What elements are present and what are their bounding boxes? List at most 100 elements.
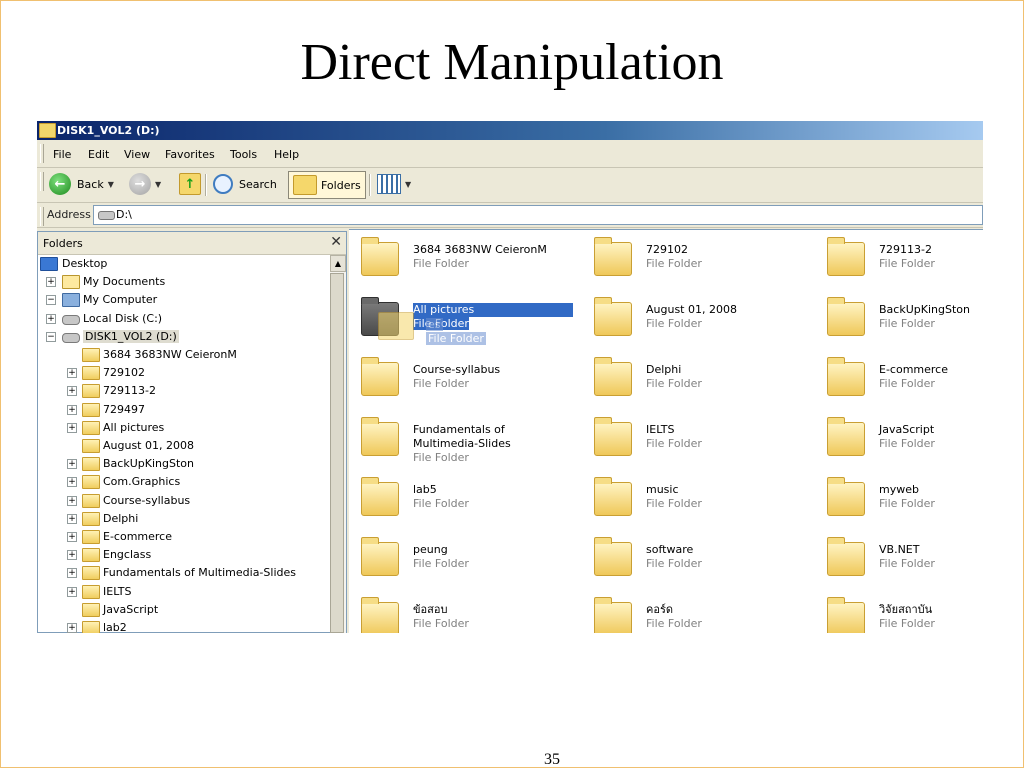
window-titlebar[interactable]: DISK1_VOL2 (D:) [37, 121, 983, 140]
folder-item[interactable]: August 01, 2008 File Folder [582, 296, 812, 352]
explorer-window: DISK1_VOL2 (D:) File Edit View Favorites… [37, 121, 983, 633]
folders-button[interactable]: Folders [288, 171, 366, 199]
expand-icon[interactable]: + [67, 422, 77, 433]
toolbar-separator [369, 174, 371, 196]
folder-item[interactable]: All pictures File Folder es File Folder [349, 296, 579, 352]
address-input[interactable]: D:\ [93, 205, 983, 225]
tree-item[interactable]: + lab2 [38, 619, 330, 633]
folder-item[interactable]: VB.NET File Folder [815, 536, 983, 592]
folder-item[interactable]: ข้อสอบ File Folder [349, 596, 579, 633]
folder-item[interactable]: myweb File Folder [815, 476, 983, 532]
expand-icon[interactable]: + [67, 586, 77, 597]
folder-icon [594, 417, 632, 456]
tree-item[interactable]: + E-commerce [38, 528, 330, 546]
expand-icon[interactable]: + [67, 495, 77, 506]
tree-item[interactable]: + All pictures [38, 419, 330, 437]
expand-icon[interactable]: + [67, 568, 77, 579]
expand-icon[interactable]: + [67, 404, 77, 415]
folder-item[interactable]: lab5 File Folder [349, 476, 579, 532]
search-button[interactable]: Search [213, 172, 277, 196]
expand-icon[interactable]: + [67, 386, 77, 397]
tree-item[interactable]: + BackUpKingSton [38, 455, 330, 473]
collapse-icon[interactable]: − [46, 295, 56, 306]
folder-item[interactable]: IELTS File Folder [582, 416, 812, 472]
back-button[interactable]: ← Back ▼ [49, 172, 114, 196]
folder-item[interactable]: E-commerce File Folder [815, 356, 983, 412]
folder-icon [361, 477, 399, 516]
tree-scrollbar[interactable]: ▲ [330, 255, 346, 633]
folder-icon [82, 530, 100, 544]
menu-help[interactable]: Help [274, 148, 299, 161]
menu-file[interactable]: File [53, 148, 71, 161]
folder-item[interactable]: music File Folder [582, 476, 812, 532]
folder-item[interactable]: 729113-2 File Folder [815, 236, 983, 292]
tree-item[interactable]: − My Computer [38, 291, 330, 309]
tree-item-label: 729113-2 [103, 384, 156, 398]
folder-item[interactable]: BackUpKingSton File Folder [815, 296, 983, 352]
tree-item[interactable]: August 01, 2008 [38, 437, 330, 455]
tree-item[interactable]: +729113-2 [38, 382, 330, 400]
scroll-up-icon[interactable]: ▲ [330, 255, 346, 272]
tree-item[interactable]: + Delphi [38, 510, 330, 528]
tree-item[interactable]: + Course-syllabus [38, 492, 330, 510]
expand-icon[interactable]: + [46, 313, 56, 324]
folder-item[interactable]: software File Folder [582, 536, 812, 592]
expand-icon[interactable]: + [67, 368, 77, 379]
expand-icon[interactable]: + [67, 459, 77, 470]
scrollbar-thumb[interactable] [330, 273, 344, 633]
tree-item[interactable]: JavaScript [38, 601, 330, 619]
folder-item[interactable]: Fundamentals of Multimedia-Slides File Fo… [349, 416, 579, 472]
window-title: DISK1_VOL2 (D:) [57, 124, 160, 137]
expand-icon[interactable]: + [67, 513, 77, 524]
folder-item[interactable]: Delphi File Folder [582, 356, 812, 412]
up-folder-button[interactable]: ↑ [179, 172, 201, 196]
tree-item[interactable]: 3684 3683NW CeieronM [38, 346, 330, 364]
folder-item[interactable]: JavaScript File Folder [815, 416, 983, 472]
expand-icon[interactable]: + [67, 550, 77, 561]
tree-item[interactable]: + Com.Graphics [38, 473, 330, 491]
tree-item[interactable]: +729497 [38, 401, 330, 419]
tree-item[interactable]: + Engclass [38, 546, 330, 564]
folder-item[interactable]: 3684 3683NW CeieronM File Folder [349, 236, 579, 292]
tree-item[interactable]: + Fundamentals of Multimedia-Slides [38, 564, 330, 582]
tree-item[interactable]: + IELTS [38, 583, 330, 601]
expand-icon[interactable]: + [67, 532, 77, 542]
folder-name: lab5 [413, 483, 437, 496]
folder-type: File Folder [646, 557, 702, 570]
folder-name: August 01, 2008 [646, 303, 737, 316]
folder-type: File Folder [413, 377, 469, 390]
chevron-down-icon[interactable]: ▼ [155, 180, 161, 189]
folder-item[interactable]: 729102 File Folder [582, 236, 812, 292]
folder-item[interactable]: peung File Folder [349, 536, 579, 592]
address-value: D:\ [116, 208, 132, 221]
menu-favorites[interactable]: Favorites [165, 148, 215, 161]
tree-item[interactable]: +729102 [38, 364, 330, 382]
toolbar-grip[interactable] [40, 172, 44, 191]
menu-edit[interactable]: Edit [88, 148, 109, 161]
folder-type: File Folder [879, 617, 935, 630]
toolbar-grip[interactable] [40, 207, 44, 226]
tree-item[interactable]: − DISK1_VOL2 (D:) [38, 328, 330, 346]
expand-icon[interactable]: + [67, 623, 77, 633]
toolbar-grip[interactable] [40, 144, 44, 163]
tree-item[interactable]: Desktop [38, 255, 330, 273]
views-button[interactable]: ▼ [377, 172, 411, 196]
close-icon[interactable]: ✕ [330, 234, 342, 250]
folder-icon [594, 597, 632, 633]
folder-item[interactable]: คอร์ด File Folder [582, 596, 812, 633]
folder-item[interactable]: วิจัยสถาบัน File Folder [815, 596, 983, 633]
tree-item[interactable]: + Local Disk (C:) [38, 310, 330, 328]
chevron-down-icon[interactable]: ▼ [108, 180, 114, 189]
folder-item[interactable]: Course-syllabus File Folder [349, 356, 579, 412]
expand-icon[interactable]: + [46, 277, 56, 288]
folder-icon [827, 537, 865, 576]
expand-icon[interactable]: + [67, 477, 77, 488]
menu-tools[interactable]: Tools [230, 148, 257, 161]
collapse-icon[interactable]: − [46, 331, 56, 342]
menu-view[interactable]: View [124, 148, 150, 161]
chevron-down-icon[interactable]: ▼ [405, 180, 411, 189]
tree-item-label: My Computer [83, 293, 158, 307]
folder-name: E-commerce [879, 363, 948, 376]
forward-button[interactable]: → ▼ [129, 172, 161, 196]
tree-item[interactable]: + My Documents [38, 273, 330, 291]
